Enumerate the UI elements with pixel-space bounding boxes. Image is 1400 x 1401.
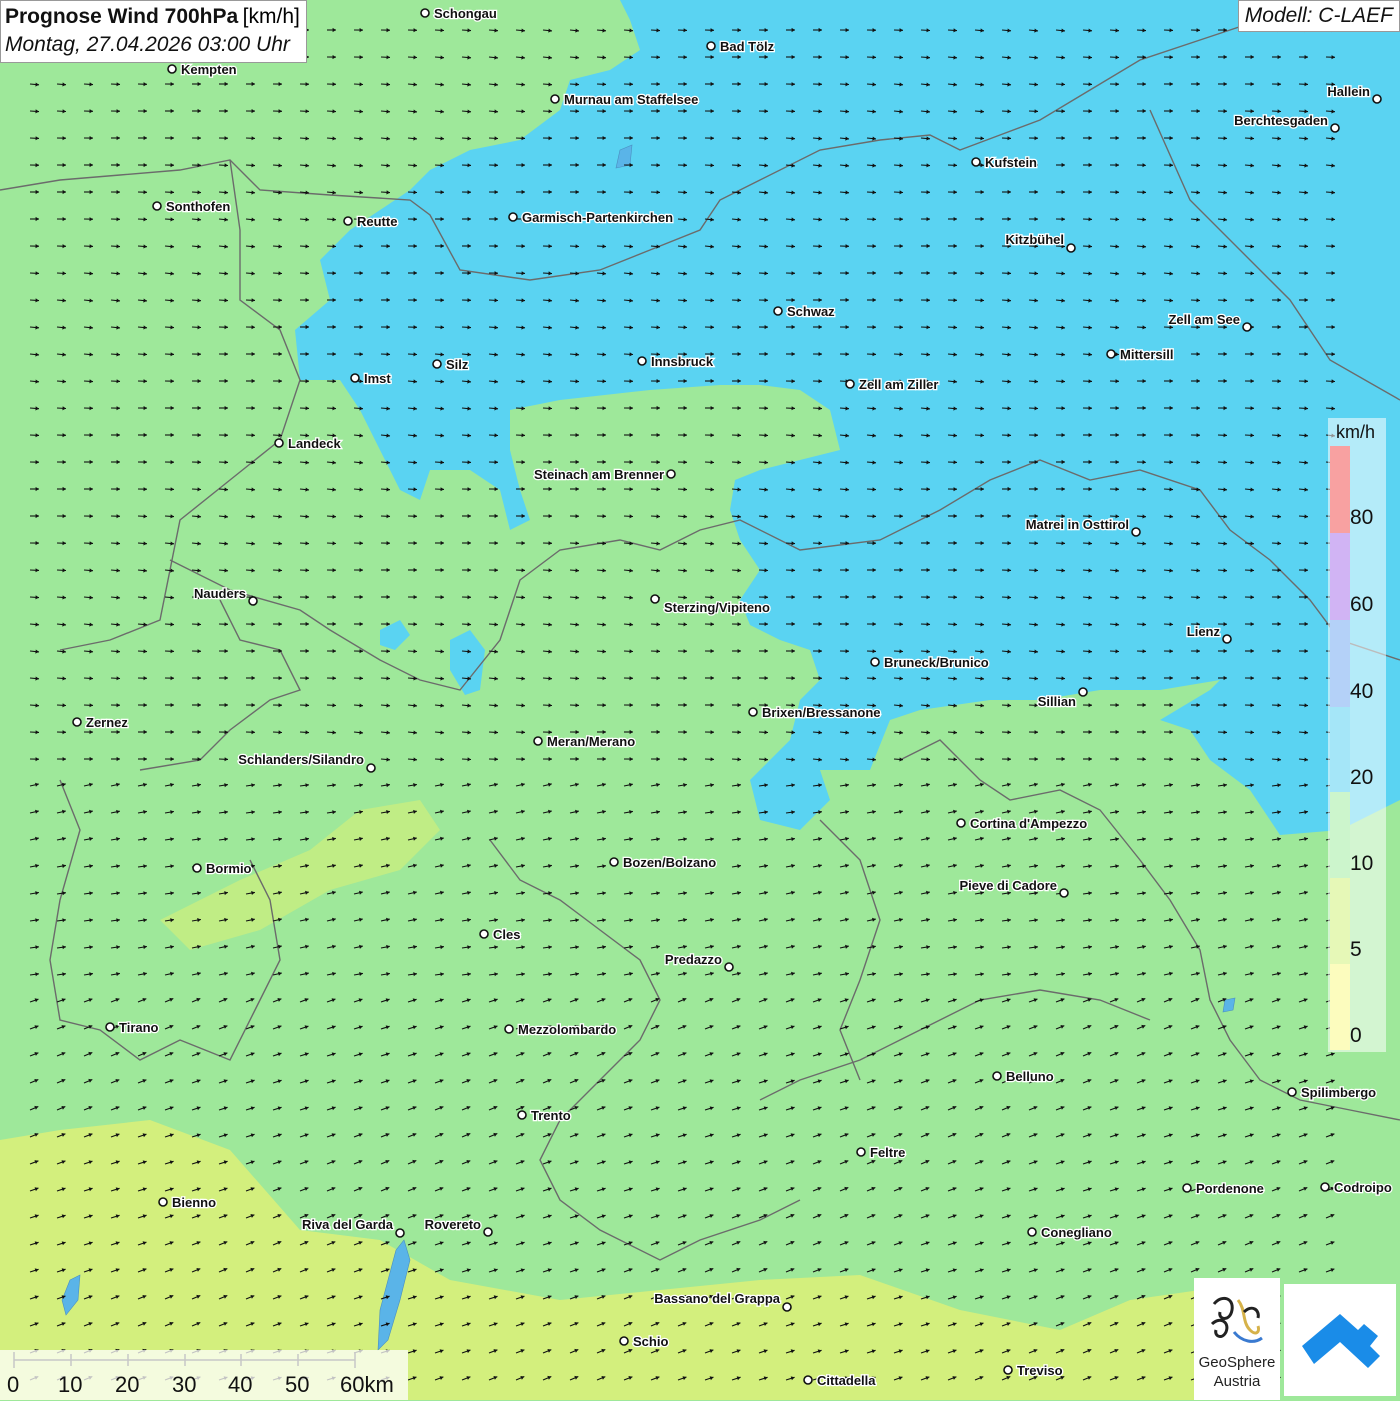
wind-map[interactable]: SchongauBad TölzKemptenMurnau am Staffel… xyxy=(0,0,1400,1400)
